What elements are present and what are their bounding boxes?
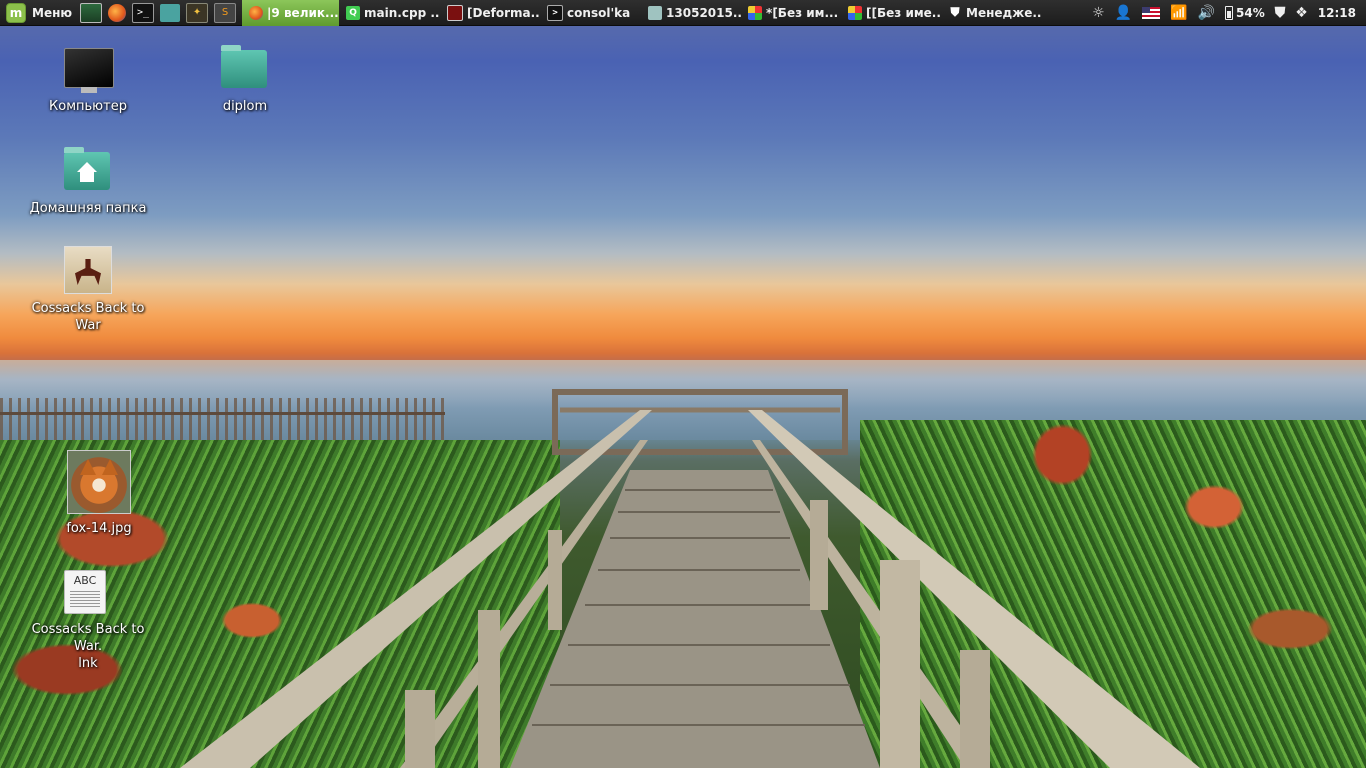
- desktop-icon-diplom[interactable]: diplom: [175, 44, 315, 115]
- task-label: [[Без име...: [866, 5, 942, 20]
- firefox-launcher[interactable]: [108, 3, 127, 22]
- dropbox-icon[interactable]: ❖: [1295, 6, 1308, 20]
- sublime-icon: S: [221, 7, 229, 18]
- keyboard-layout-flag-icon[interactable]: [1142, 6, 1161, 19]
- files-launcher[interactable]: [160, 3, 181, 22]
- task-button-paint-2[interactable]: [[Без име...: [841, 0, 941, 26]
- user-icon[interactable]: 👤: [1115, 6, 1132, 20]
- brightness-icon[interactable]: ☼: [1092, 6, 1105, 20]
- desktop[interactable]: Компьютер diplom Домашняя папка Cossacks…: [0, 0, 1366, 768]
- task-button-terminal[interactable]: > consol'ka: [540, 0, 641, 26]
- task-button-folder[interactable]: 13052015...: [641, 0, 741, 26]
- qt-creator-icon: Q: [346, 5, 361, 20]
- wallpaper-boardwalk: [180, 389, 1200, 768]
- desktop-icon-label: Домашняя папка: [29, 201, 147, 216]
- desktop-icon-fox-image[interactable]: fox-14.jpg: [29, 450, 169, 540]
- task-label: |9 велик...: [267, 5, 339, 20]
- task-button-firefox[interactable]: |9 велик...: [242, 0, 340, 26]
- task-label: Менедже...: [966, 5, 1042, 20]
- show-desktop-launcher[interactable]: [80, 2, 103, 23]
- task-button-qt-creator[interactable]: Q main.cpp ...: [339, 0, 440, 26]
- system-tray: ☼ 👤 📶 🔊 54% ⛊ ❖ 12:18: [1084, 5, 1366, 20]
- shield-icon[interactable]: ⛊: [1275, 6, 1286, 20]
- computer-icon: [64, 44, 114, 93]
- task-label: [Deforma...: [467, 5, 541, 20]
- terminal-launcher[interactable]: >_: [132, 2, 155, 23]
- desktop-icon-cossacks[interactable]: Cossacks Back to War: [18, 246, 158, 334]
- app-window-icon: [447, 4, 464, 21]
- desktop-icon-label: Cossacks Back to War: [31, 301, 145, 333]
- folder-icon: [648, 5, 663, 20]
- cossacks-game-icon: [64, 246, 112, 294]
- home-folder-icon: [64, 146, 112, 194]
- task-button-manager[interactable]: ⛊ Менедже...: [941, 0, 1042, 26]
- battery-indicator[interactable]: 54%: [1225, 5, 1265, 20]
- desktop-icon-label: Cossacks Back to War. lnk: [31, 622, 145, 671]
- desktop-icon-computer[interactable]: Компьютер: [18, 44, 158, 115]
- task-label: consol'ka: [567, 5, 631, 20]
- task-button-paint-1[interactable]: *[Без им...: [741, 0, 841, 26]
- folder-icon: [221, 44, 269, 92]
- terminal-icon: >: [547, 4, 564, 21]
- wifi-icon[interactable]: 📶: [1170, 6, 1187, 20]
- linux-mint-logo-icon: m: [6, 2, 26, 23]
- volume-icon[interactable]: 🔊: [1198, 6, 1215, 20]
- gimp-icon: ✦: [192, 7, 202, 18]
- top-panel: m Меню >_ ✦ S |9 велик... Q main.cpp ...…: [0, 0, 1366, 26]
- sublime-launcher[interactable]: S: [214, 2, 237, 23]
- menu-button[interactable]: m Меню: [0, 0, 80, 26]
- gimp-launcher[interactable]: ✦: [186, 2, 209, 23]
- shield-icon: ⛊: [950, 5, 960, 19]
- task-label: 13052015...: [666, 5, 742, 20]
- desktop-icon-label: diplom: [222, 99, 268, 114]
- menu-button-label: Меню: [32, 5, 73, 20]
- desktop-icon-cossacks-lnk[interactable]: ABC Cossacks Back to War. lnk: [18, 570, 158, 672]
- firefox-icon: [249, 5, 264, 20]
- panel-launchers: >_ ✦ S: [80, 2, 242, 23]
- task-label: main.cpp ...: [364, 5, 441, 20]
- terminal-icon: >_: [137, 7, 150, 18]
- paint-icon: [848, 5, 863, 20]
- battery-icon: [1225, 5, 1233, 20]
- desktop-icon-home[interactable]: Домашняя папка: [18, 146, 158, 217]
- taskbar: |9 велик... Q main.cpp ... [Deforma... >…: [242, 0, 1084, 26]
- desktop-icon-label: Компьютер: [49, 99, 127, 114]
- battery-percent: 54%: [1236, 5, 1265, 20]
- desktop-icon-label: fox-14.jpg: [66, 521, 132, 536]
- task-button-deformation[interactable]: [Deforma...: [440, 0, 540, 26]
- paint-icon: [748, 5, 763, 20]
- image-thumbnail-icon: [67, 450, 131, 514]
- text-document-icon: ABC: [64, 570, 112, 618]
- task-label: *[Без им...: [766, 5, 839, 20]
- clock[interactable]: 12:18: [1318, 6, 1356, 20]
